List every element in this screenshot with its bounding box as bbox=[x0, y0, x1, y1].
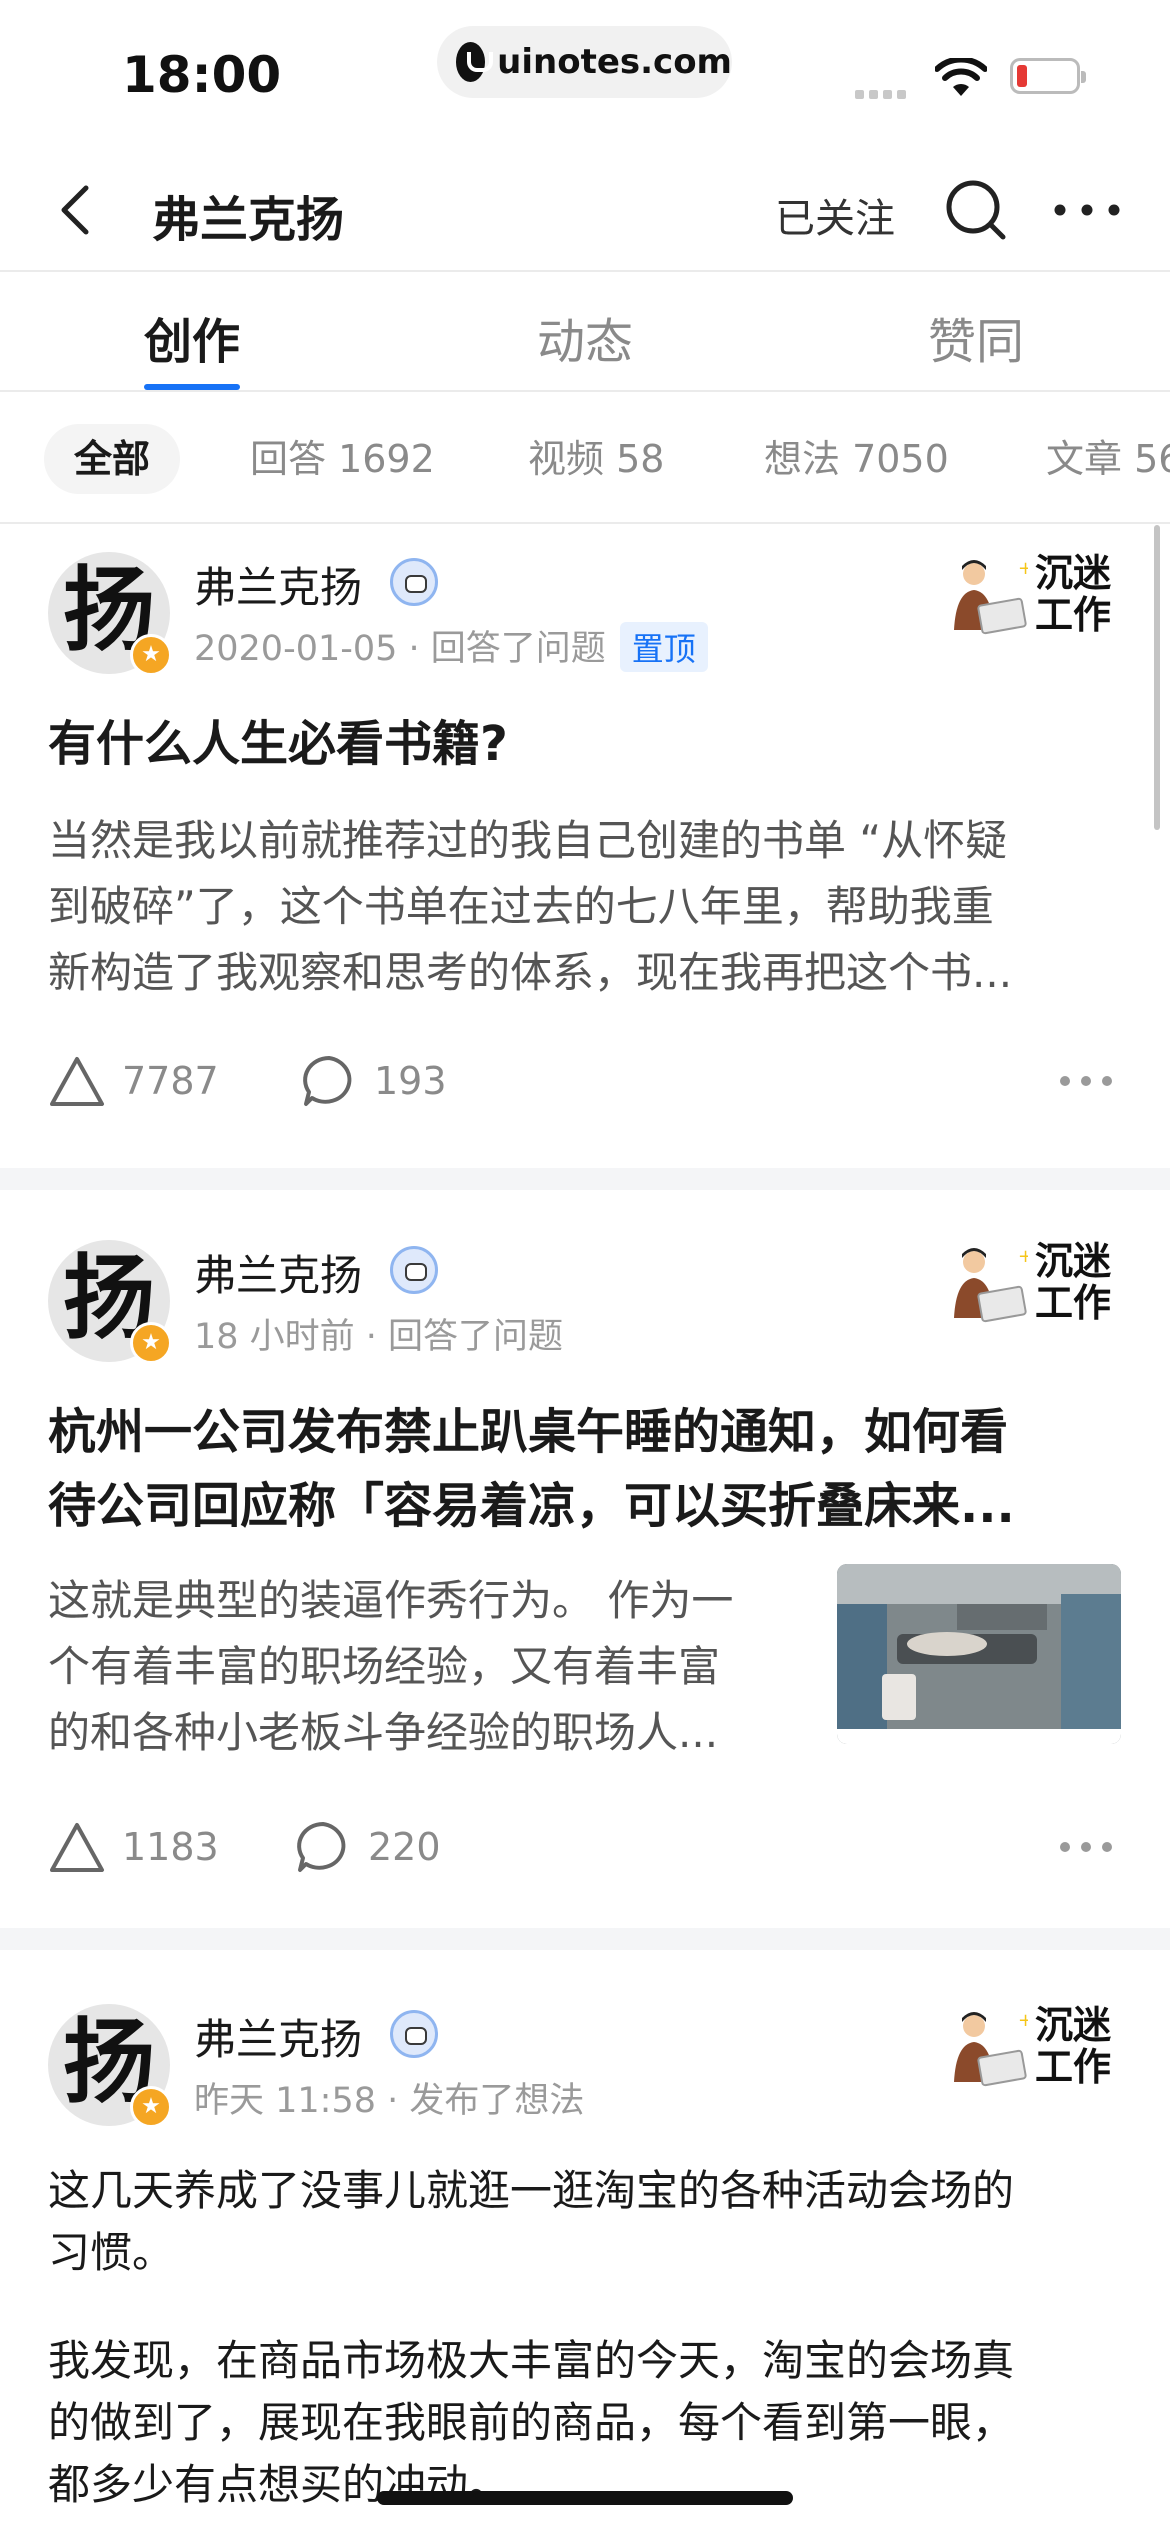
question-title[interactable]: 杭州一公司发布禁止趴桌午睡的通知，如何看 待公司回应称「容易着凉，可以买折叠床来… bbox=[48, 1395, 1120, 1543]
page-title: 弗兰克扬 bbox=[152, 192, 345, 248]
site-logo-icon bbox=[456, 42, 494, 82]
person-icon: + bbox=[954, 2010, 1028, 2087]
upvote-button[interactable]: 7787 bbox=[48, 1054, 219, 1108]
thought-paragraph[interactable]: 这几天养成了没事儿就逛一逛淘宝的各种活动会场的 习惯。 bbox=[48, 2160, 1014, 2284]
verified-badge-icon bbox=[390, 2010, 438, 2058]
question-title[interactable]: 有什么人生必看书籍? bbox=[48, 707, 1120, 781]
comment-count: 220 bbox=[368, 1825, 441, 1869]
upvote-icon bbox=[50, 1057, 104, 1106]
card-separator bbox=[0, 1168, 1170, 1190]
status-time: 18:00 bbox=[122, 46, 282, 104]
comment-icon bbox=[297, 1822, 346, 1872]
upvote-button[interactable]: 1183 bbox=[48, 1820, 219, 1874]
comment-button[interactable]: 193 bbox=[300, 1054, 447, 1108]
feed-card[interactable]: 扬 ★ 弗兰克扬 2020-01-05 · 回答了问题 置顶 + 沉迷工作 有什么… bbox=[0, 524, 1170, 1168]
url-pill[interactable]: uinotes.com bbox=[437, 26, 732, 98]
card-more-icon[interactable] bbox=[1058, 1074, 1114, 1088]
author-name[interactable]: 弗兰克扬 bbox=[194, 2006, 362, 2067]
filter-all[interactable]: 全部 bbox=[44, 424, 181, 494]
star-badge-icon: ★ bbox=[130, 2086, 172, 2128]
wifi-icon bbox=[935, 58, 987, 96]
sticker-image: + 沉迷工作 bbox=[948, 2004, 1118, 2094]
person-icon: + bbox=[954, 558, 1028, 635]
card-more-icon[interactable] bbox=[1058, 1840, 1114, 1854]
feed-card[interactable]: 扬 ★ 弗兰克扬 18 小时前 · 回答了问题 + 沉迷工作 杭州一公司发布禁止… bbox=[0, 1190, 1170, 1928]
answer-thumbnail[interactable] bbox=[837, 1564, 1121, 1744]
avatar[interactable]: 扬 ★ bbox=[48, 2004, 172, 2128]
svg-text:+: + bbox=[1018, 1246, 1028, 1267]
avatar[interactable]: 扬 ★ bbox=[48, 552, 172, 676]
person-icon: + bbox=[954, 1246, 1028, 1323]
battery-icon bbox=[1010, 58, 1086, 94]
card-separator bbox=[0, 1928, 1170, 1950]
answer-excerpt[interactable]: 这就是典型的装逼作秀行为。 作为一 个有着丰富的职场经验，又有着丰富 的和各种小… bbox=[48, 1568, 818, 1766]
upvote-count: 7787 bbox=[122, 1059, 219, 1103]
filter-thoughts[interactable]: 想法 7050 bbox=[764, 424, 949, 494]
sticker-image: + 沉迷工作 bbox=[948, 552, 1118, 642]
cellular-signal-icon bbox=[855, 84, 911, 103]
comment-button[interactable]: 220 bbox=[294, 1820, 441, 1874]
star-badge-icon: ★ bbox=[130, 1322, 172, 1364]
filter-videos[interactable]: 视频 58 bbox=[528, 424, 664, 494]
sticker-image: + 沉迷工作 bbox=[948, 1240, 1118, 1330]
tab-indicator bbox=[144, 384, 240, 390]
post-meta: 2020-01-05 · 回答了问题 置顶 bbox=[194, 620, 708, 672]
thought-paragraph[interactable]: 我发现，在商品市场极大丰富的今天，淘宝的会场真 的做到了，展现在我眼前的商品，每… bbox=[48, 2330, 1014, 2516]
tab-creation[interactable]: 创作 bbox=[92, 302, 292, 372]
filter-articles[interactable]: 文章 56 bbox=[1046, 424, 1170, 494]
upvote-icon bbox=[50, 1823, 104, 1872]
status-bar: 18:00 uinotes.com bbox=[0, 0, 1170, 150]
follow-button[interactable]: 已关注 bbox=[775, 186, 895, 244]
main-tabs: 创作 动态 赞同 bbox=[0, 272, 1170, 392]
upvote-count: 1183 bbox=[122, 1825, 219, 1869]
pinned-badge: 置顶 bbox=[619, 622, 708, 672]
comment-icon bbox=[303, 1056, 352, 1106]
top-nav: 弗兰克扬 已关注 bbox=[0, 150, 1170, 272]
url-text: uinotes.com bbox=[497, 42, 732, 82]
comment-count: 193 bbox=[374, 1059, 447, 1103]
home-indicator[interactable] bbox=[377, 2491, 793, 2505]
tab-activity[interactable]: 动态 bbox=[485, 302, 685, 372]
author-name[interactable]: 弗兰克扬 bbox=[194, 1242, 362, 1303]
feed-card[interactable]: 扬 ★ 弗兰克扬 昨天 11:58 · 发布了想法 + 沉迷工作 这几天养成了没… bbox=[0, 1950, 1170, 2532]
star-badge-icon: ★ bbox=[130, 634, 172, 676]
verified-badge-icon bbox=[390, 558, 438, 606]
svg-text:+: + bbox=[1018, 558, 1028, 579]
avatar[interactable]: 扬 ★ bbox=[48, 1240, 172, 1364]
filter-chips: 全部 回答 1692 视频 58 想法 7050 文章 56 bbox=[0, 392, 1170, 524]
post-meta: 昨天 11:58 · 发布了想法 bbox=[194, 2081, 585, 2121]
answer-excerpt[interactable]: 当然是我以前就推荐过的我自己创建的书单 “从怀疑 到破碎”了，这个书单在过去的七… bbox=[48, 808, 1012, 1006]
post-meta: 18 小时前 · 回答了问题 bbox=[194, 1317, 564, 1357]
author-name[interactable]: 弗兰克扬 bbox=[194, 554, 362, 615]
verified-badge-icon bbox=[390, 1246, 438, 1294]
more-icon[interactable] bbox=[1052, 200, 1122, 220]
tab-upvotes[interactable]: 赞同 bbox=[876, 302, 1076, 372]
search-icon[interactable] bbox=[943, 177, 1009, 243]
back-icon[interactable] bbox=[50, 180, 110, 240]
filter-answers[interactable]: 回答 1692 bbox=[250, 424, 435, 494]
svg-text:+: + bbox=[1018, 2010, 1028, 2031]
